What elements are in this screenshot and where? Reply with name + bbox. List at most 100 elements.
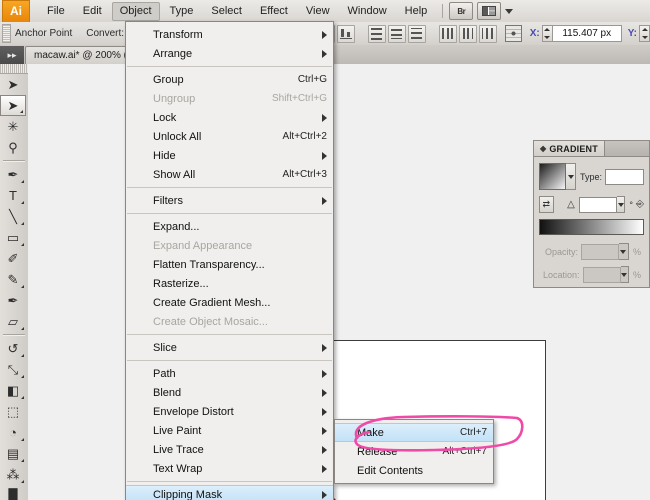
distribute-vertical-center-icon[interactable] (387, 24, 406, 43)
blob-brush-tool[interactable]: ✒ (0, 290, 26, 311)
y-position-field[interactable]: Y: (628, 25, 650, 42)
y-stepper[interactable] (639, 25, 650, 42)
menu-item-unlock-all[interactable]: Unlock All Alt+Ctrl+2 (126, 127, 333, 146)
menu-item-create-gradient-mesh[interactable]: Create Gradient Mesh... (126, 293, 333, 312)
column-graph-tool[interactable]: █ (0, 485, 26, 500)
tools-selection-group: ➤ ➤ ✳ ⚲ (0, 74, 28, 158)
menu-item-file[interactable]: File (39, 2, 73, 21)
clipping-mask-submenu[interactable]: Make Ctrl+7 Release Alt+Ctrl+7 Edit Contents (334, 419, 494, 484)
menu-item-label: Arrange (153, 47, 193, 60)
location-label: Location: (543, 269, 580, 280)
shape-builder-tool[interactable]: ◔ (0, 422, 26, 443)
pen-tool[interactable]: ✒ (0, 164, 26, 185)
pencil-tool[interactable]: ✎ (0, 269, 26, 290)
toolbox-grip[interactable] (0, 64, 28, 74)
menu-item-hide[interactable]: Hide (126, 146, 333, 165)
menu-item-help[interactable]: Help (397, 2, 436, 21)
menu-item-lock[interactable]: Lock (126, 108, 333, 127)
menu-item-rasterize[interactable]: Rasterize... (126, 274, 333, 293)
menu-separator (127, 213, 332, 214)
gradient-preset-dropdown[interactable] (566, 163, 576, 190)
submenu-arrow-icon (322, 49, 327, 58)
menu-item-path[interactable]: Path (126, 364, 333, 383)
gradient-type-select[interactable] (605, 168, 644, 185)
menu-item-slice[interactable]: Slice (126, 338, 333, 357)
gradient-opacity-row: Opacity: % (539, 243, 644, 260)
x-stepper[interactable] (541, 25, 553, 42)
menu-item-view[interactable]: View (298, 2, 338, 21)
distribute-top-icon[interactable] (367, 24, 386, 43)
lasso-tool[interactable]: ⚲ (0, 137, 26, 158)
opacity-input (580, 243, 619, 260)
distribute-bottom-icon[interactable] (407, 24, 426, 43)
distribute-center-icon[interactable] (478, 24, 497, 43)
eraser-tool[interactable]: ▱ (0, 311, 26, 332)
menu-item-object[interactable]: Object (111, 1, 160, 21)
menu-item-flatten-transparency[interactable]: Flatten Transparency... (126, 255, 333, 274)
opacity-dropdown (618, 243, 629, 260)
type-tool[interactable]: T (0, 185, 26, 206)
menu-item-make[interactable]: Make Ctrl+7 (335, 423, 493, 442)
x-input[interactable]: 115.407 px (552, 25, 622, 42)
free-transform-tool[interactable]: ⬚ (0, 401, 26, 422)
x-position-field[interactable]: X: 115.407 px (530, 25, 622, 42)
menu-item-filters[interactable]: Filters (126, 191, 333, 210)
menu-item-text-wrap[interactable]: Text Wrap (126, 459, 333, 478)
paintbrush-tool[interactable]: ✐ (0, 248, 26, 269)
gradient-slider[interactable] (539, 219, 644, 235)
menu-item-transform[interactable]: Transform (126, 25, 333, 44)
rotate-tool[interactable]: ↺ (0, 338, 26, 359)
magic-wand-tool[interactable]: ✳ (0, 116, 26, 137)
gradient-aspect-ratio-icon[interactable]: ⎆ (636, 199, 644, 210)
width-warp-tool[interactable]: ◧ (0, 380, 26, 401)
panel-collapse-icon[interactable]: ◆ (540, 144, 546, 153)
object-menu-dropdown[interactable]: Transform Arrange Group Ctrl+G Ungroup Shift+… (125, 21, 334, 500)
line-segment-tool[interactable]: ╲ (0, 206, 26, 227)
menu-item-effect[interactable]: Effect (252, 2, 296, 21)
menu-item-live-trace[interactable]: Live Trace (126, 440, 333, 459)
align-bottom-icon[interactable] (336, 24, 355, 43)
menu-item-select[interactable]: Select (203, 2, 250, 21)
direct-selection-tool[interactable]: ➤ (0, 95, 26, 116)
symbol-sprayer-tool[interactable]: ⁂ (0, 464, 26, 485)
arrange-documents-icon[interactable] (477, 2, 502, 20)
gradient-panel-title: GRADIENT (549, 143, 598, 154)
selection-tool[interactable]: ➤ (0, 74, 26, 95)
gradient-angle-input[interactable] (578, 196, 617, 213)
gradient-angle-dropdown[interactable] (616, 196, 626, 213)
menu-item-edit[interactable]: Edit (75, 2, 110, 21)
menu-item-label: Expand... (153, 220, 200, 233)
chevron-down-icon (620, 249, 627, 254)
chevron-down-icon[interactable] (505, 8, 514, 14)
perspective-grid-tool[interactable]: ▤ (0, 443, 26, 464)
menu-item-edit-contents[interactable]: Edit Contents (335, 461, 493, 480)
menu-item-envelope-distort[interactable]: Envelope Distort (126, 402, 333, 421)
scale-tool[interactable]: ⤡ (0, 359, 26, 380)
menu-item-live-paint[interactable]: Live Paint (126, 421, 333, 440)
menu-item-shortcut: Ctrl+7 (460, 427, 487, 438)
submenu-arrow-icon (322, 407, 327, 416)
distribute-spacing-icon[interactable] (458, 24, 477, 43)
menu-item-label: Clipping Mask (153, 488, 223, 500)
menu-item-window[interactable]: Window (340, 2, 395, 21)
menu-item-show-all[interactable]: Show All Alt+Ctrl+3 (126, 165, 333, 184)
menu-item-clipping-mask[interactable]: Clipping Mask (126, 485, 333, 500)
x-label: X: (529, 28, 540, 39)
panel-expand-icon[interactable]: ▸▸ (0, 46, 24, 64)
menu-item-blend[interactable]: Blend (126, 383, 333, 402)
reverse-gradient-icon[interactable]: ⇄ (539, 196, 554, 213)
menu-item-arrange[interactable]: Arrange (126, 44, 333, 63)
gradient-tab[interactable]: ◆ GRADIENT (534, 141, 605, 156)
menu-item-release[interactable]: Release Alt+Ctrl+7 (335, 442, 493, 461)
control-bar-grip[interactable] (2, 24, 11, 43)
rectangle-tool[interactable]: ▭ (0, 227, 26, 248)
bridge-icon[interactable]: Br (449, 2, 474, 20)
distribute-horizontal-icon[interactable] (438, 24, 457, 43)
reference-point-selector[interactable] (504, 25, 522, 42)
gradient-preview-swatch[interactable] (539, 163, 566, 190)
arrange-glyph (482, 6, 497, 16)
menu-item-expand[interactable]: Expand... (126, 217, 333, 236)
menu-item-type[interactable]: Type (162, 2, 202, 21)
menu-item-create-object-mosaic: Create Object Mosaic... (126, 312, 333, 331)
menu-item-group[interactable]: Group Ctrl+G (126, 70, 333, 89)
